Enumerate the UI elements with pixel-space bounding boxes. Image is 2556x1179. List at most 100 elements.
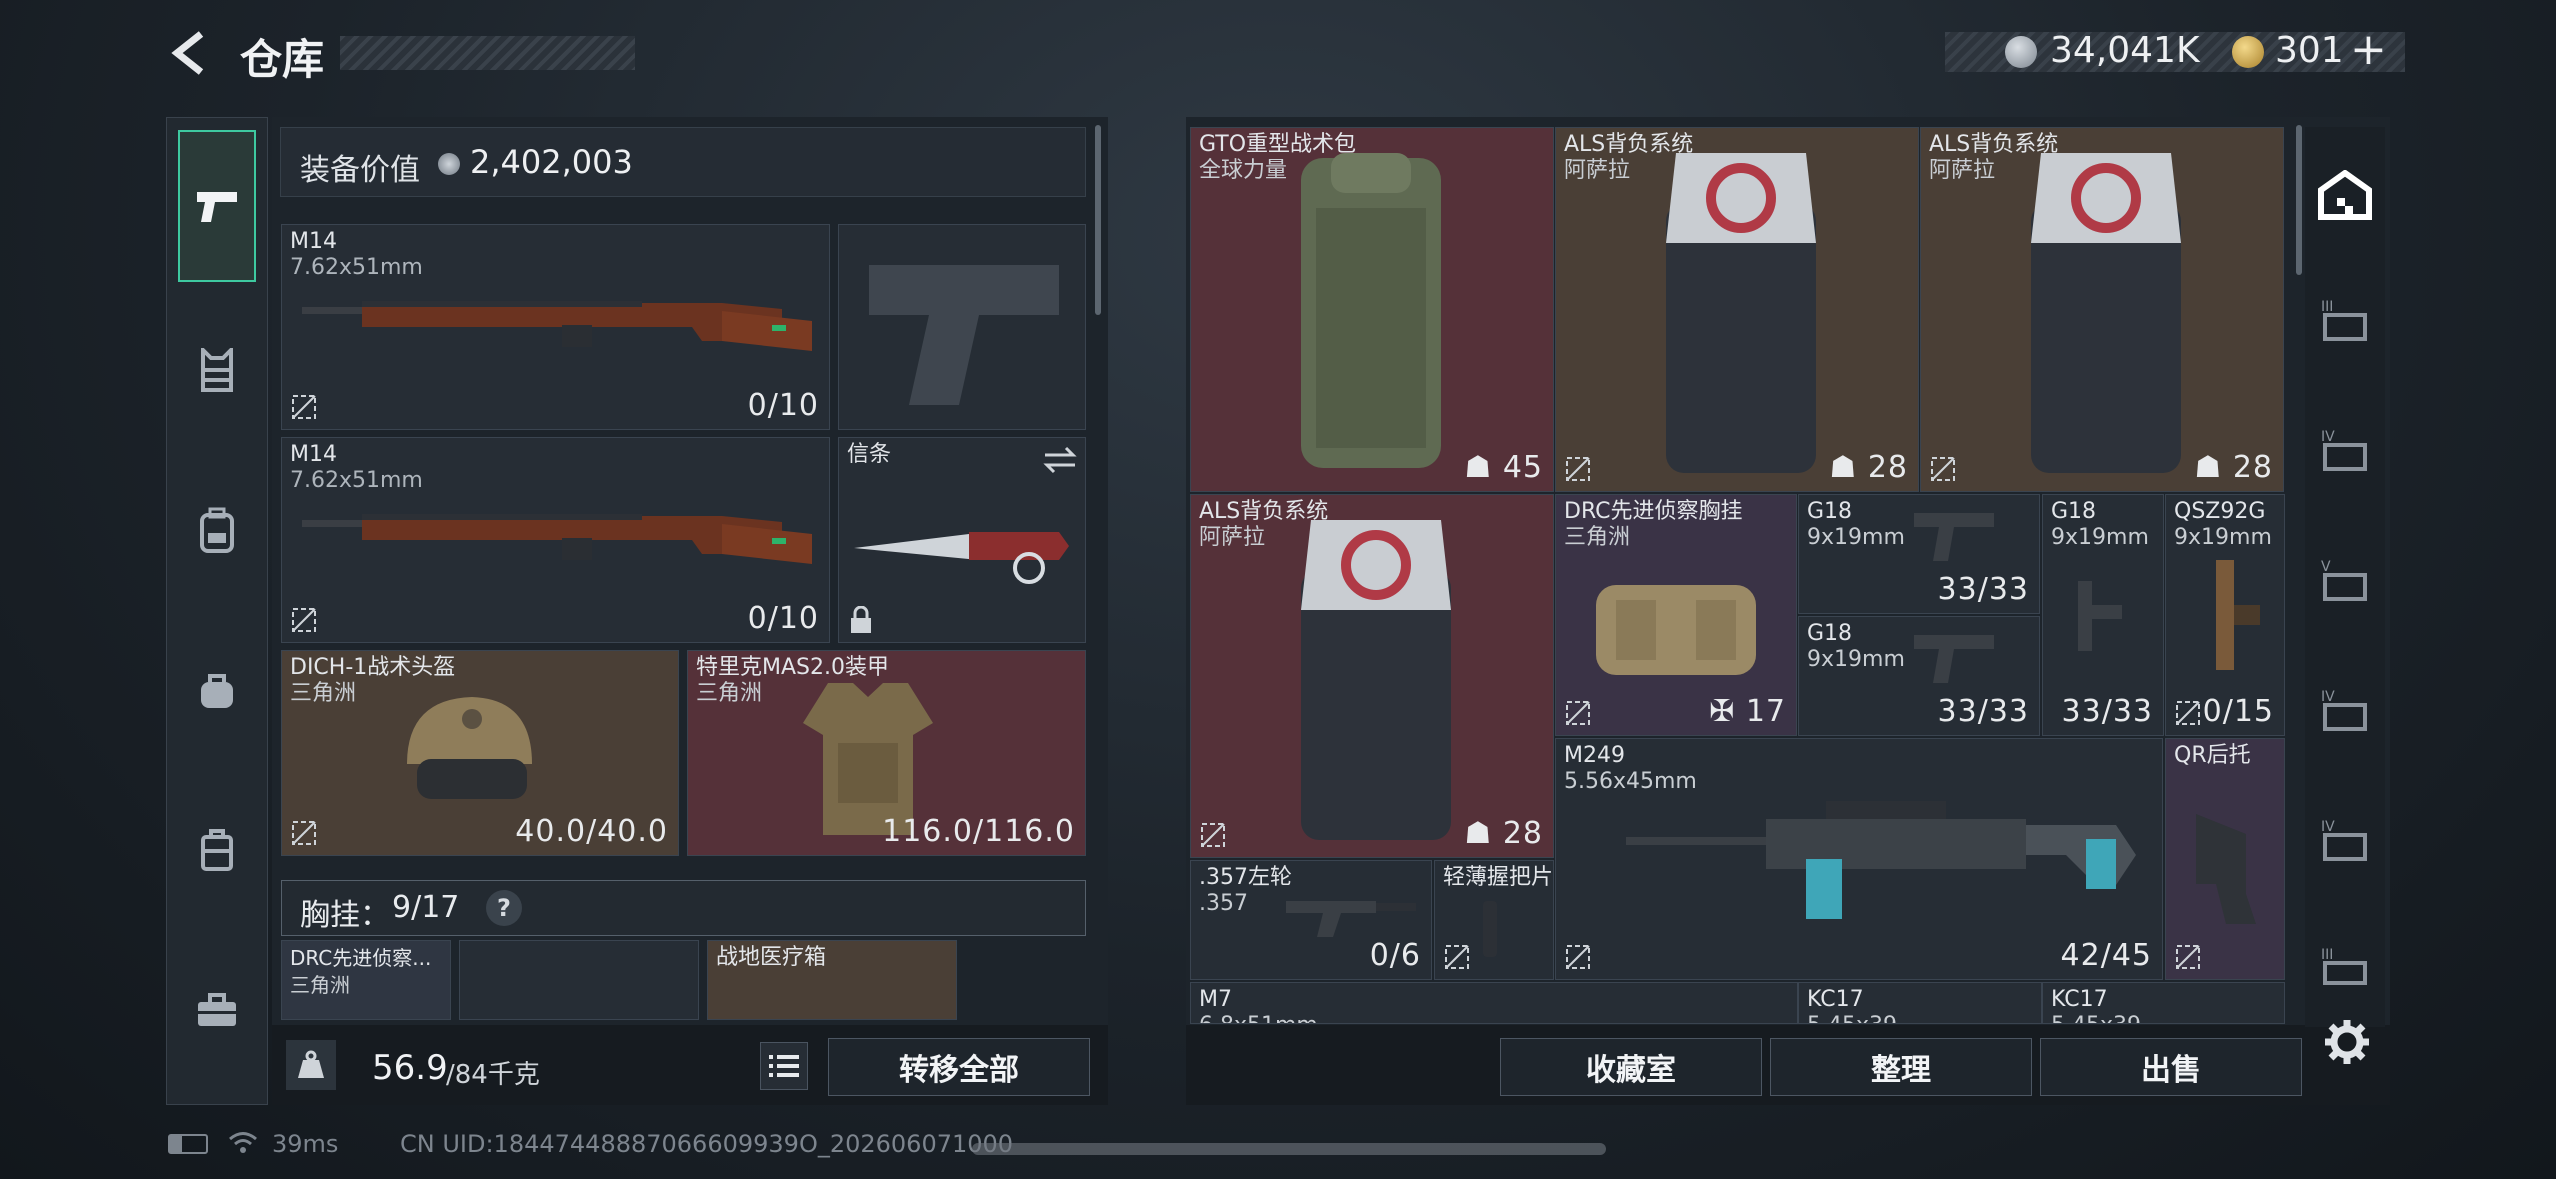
inventory-item-kc17-b[interactable]: KC175.45x39: [2042, 982, 2285, 1024]
back-button[interactable]: [165, 28, 215, 78]
armor-slot[interactable]: 特里克MAS2.0装甲 三角洲 116.0/116.0: [687, 650, 1086, 856]
pocket-slot[interactable]: DRC先进侦察... 三角洲: [281, 940, 451, 1020]
coin-icon: [2005, 36, 2037, 68]
item-name: DRC先进侦察...: [290, 946, 432, 970]
ammo-count: 0/6: [1369, 938, 1421, 973]
ammo-count: 0/15: [2202, 694, 2274, 729]
pistol-image: [2216, 560, 2260, 670]
inventory-item-g18-b[interactable]: G18 9x19mm 33/33: [1798, 616, 2040, 736]
pistol-image: [2078, 581, 2122, 651]
no-repair-icon: [292, 821, 316, 845]
backpack-image: [2031, 153, 2181, 473]
chest-rig-icon: [201, 348, 233, 392]
inventory-item-grip[interactable]: 轻薄握把片: [1434, 860, 1554, 980]
primary-weapon-slot[interactable]: M14 7.62x51mm 0/10: [281, 224, 830, 430]
ammo-count: 0/10: [747, 388, 819, 423]
item-name: KC17: [1807, 987, 1864, 1012]
inventory-item-als-2[interactable]: ALS背负系统 阿萨拉 ☗ 28: [1920, 127, 2284, 492]
rail-tab-home[interactable]: [2305, 160, 2385, 230]
capacity-count: ☗ 28: [1464, 816, 1543, 851]
capacity-count: ✠ 17: [1709, 694, 1786, 729]
list-view-button[interactable]: [760, 1042, 808, 1090]
sort-button[interactable]: 整理: [1770, 1038, 2032, 1096]
item-caliber: 5.45x39: [1807, 1013, 1897, 1023]
item-name: M14: [290, 229, 337, 254]
battery-icon: [168, 1134, 208, 1154]
equip-value: 2,402,003: [470, 143, 633, 181]
helmet-slot[interactable]: DICH-1战术头盔 三角洲 40.0/40.0: [281, 650, 679, 856]
backpack-small-icon: ☗: [1829, 450, 1868, 485]
chest-rig-capacity: 9/17: [392, 890, 460, 925]
sidebar-tab-bag[interactable]: [178, 650, 256, 730]
wifi-icon: [229, 1132, 257, 1153]
inventory-item-als-1[interactable]: ALS背负系统 阿萨拉 ☗ 28: [1555, 127, 1919, 492]
inventory-item-qr-stock[interactable]: QR后托: [2165, 738, 2285, 980]
pistol-placeholder-icon: [869, 265, 1059, 405]
item-caliber: 6.8x51mm: [1199, 1013, 1318, 1023]
pistol-icon: [197, 192, 237, 222]
sidebar-tab-chest-rig[interactable]: [178, 330, 256, 410]
transfer-all-button[interactable]: 转移全部: [828, 1038, 1090, 1096]
capacity-count: ☗ 28: [1829, 450, 1908, 485]
settings-button[interactable]: [2320, 1015, 2374, 1069]
ping-text: 39ms: [272, 1130, 339, 1158]
inventory-item-als-3[interactable]: ALS背负系统 阿萨拉 ☗ 28: [1190, 494, 1554, 858]
sidebar-tab-weapons[interactable]: [178, 130, 256, 282]
item-caliber: 7.62x51mm: [290, 255, 423, 280]
sidebar-tab-backpack[interactable]: [178, 490, 256, 570]
loadout-scrollbar[interactable]: [1095, 125, 1101, 315]
knife-image: [854, 532, 1069, 584]
item-name: M249: [1564, 743, 1625, 768]
inventory-item-g18-c[interactable]: G18 9x19mm 33/33: [2042, 494, 2164, 736]
pocket-slot-empty[interactable]: [459, 940, 699, 1020]
rail-tab-storage-5[interactable]: V: [2305, 545, 2385, 615]
rail-tab-storage-3b[interactable]: III: [2305, 935, 2385, 995]
inventory-item-gto-backpack[interactable]: GTO重型战术包 全球力量 ☗ 45: [1190, 127, 1554, 492]
add-currency-button[interactable]: +: [2350, 24, 2387, 75]
svg-text:IV: IV: [2321, 689, 2335, 705]
help-button[interactable]: ?: [486, 890, 522, 926]
rail-tab-storage-4b[interactable]: IV: [2305, 675, 2385, 745]
inventory-item-drc-rig[interactable]: DRC先进侦察胸挂 三角洲 ✠ 17: [1555, 494, 1797, 736]
currency-coins: 34,041K: [2050, 30, 2200, 71]
no-repair-icon: [1201, 823, 1225, 847]
currency-premium: 301: [2275, 30, 2344, 71]
equip-value-label: 装备价值: [300, 153, 420, 188]
item-name: 信条: [847, 442, 892, 467]
rail-tab-storage-4a[interactable]: IV: [2305, 415, 2385, 485]
pistol-image: [1914, 635, 1994, 683]
backpack-image: [1301, 153, 1441, 468]
inventory-item-m249[interactable]: M249 5.56x45mm 42/45: [1555, 738, 2163, 980]
inventory-scrollbar[interactable]: [2296, 125, 2302, 275]
capacity-count: ☗ 45: [1464, 450, 1543, 485]
inventory-item-qsz92g[interactable]: QSZ92G 9x19mm 0/15: [2165, 494, 2285, 736]
revolver-image: [1286, 901, 1416, 937]
pistol-slot-empty[interactable]: [838, 224, 1086, 430]
storage-box-icon: V: [2321, 559, 2367, 601]
bag-icon: [201, 674, 233, 708]
inventory-item-kc17-a[interactable]: KC175.45x39: [1798, 982, 2042, 1024]
sidebar-tab-case[interactable]: [178, 810, 256, 890]
collection-room-button[interactable]: 收藏室: [1500, 1038, 1762, 1096]
case-icon: [201, 829, 233, 871]
home-storage-icon: [2318, 170, 2372, 220]
no-repair-icon: [292, 395, 316, 419]
inventory-item-m7[interactable]: M76.8x51mm: [1190, 982, 1798, 1024]
grip-image: [1483, 901, 1497, 957]
weight-icon: [286, 1040, 336, 1090]
no-repair-icon: [2176, 701, 2200, 725]
inventory-item-g18-a[interactable]: G18 9x19mm 33/33: [1798, 494, 2040, 614]
rail-tab-storage-3[interactable]: III: [2305, 285, 2385, 355]
item-caliber: 9x19mm: [2051, 525, 2149, 550]
melee-slot[interactable]: 信条: [838, 437, 1086, 643]
sell-button[interactable]: 出售: [2040, 1038, 2302, 1096]
backpack-image: [1301, 520, 1451, 840]
inventory-item-357-revolver[interactable]: .357左轮 .357 0/6: [1190, 860, 1432, 980]
item-name: M14: [290, 442, 337, 467]
pocket-slot[interactable]: 战地医疗箱: [707, 940, 957, 1020]
sidebar-tab-toolbox[interactable]: [178, 970, 256, 1050]
item-name: G18: [1807, 499, 1853, 524]
item-caliber: 9x19mm: [2174, 525, 2272, 550]
secondary-weapon-slot[interactable]: M14 7.62x51mm 0/10: [281, 437, 830, 643]
rail-tab-storage-4c[interactable]: IV: [2305, 805, 2385, 875]
